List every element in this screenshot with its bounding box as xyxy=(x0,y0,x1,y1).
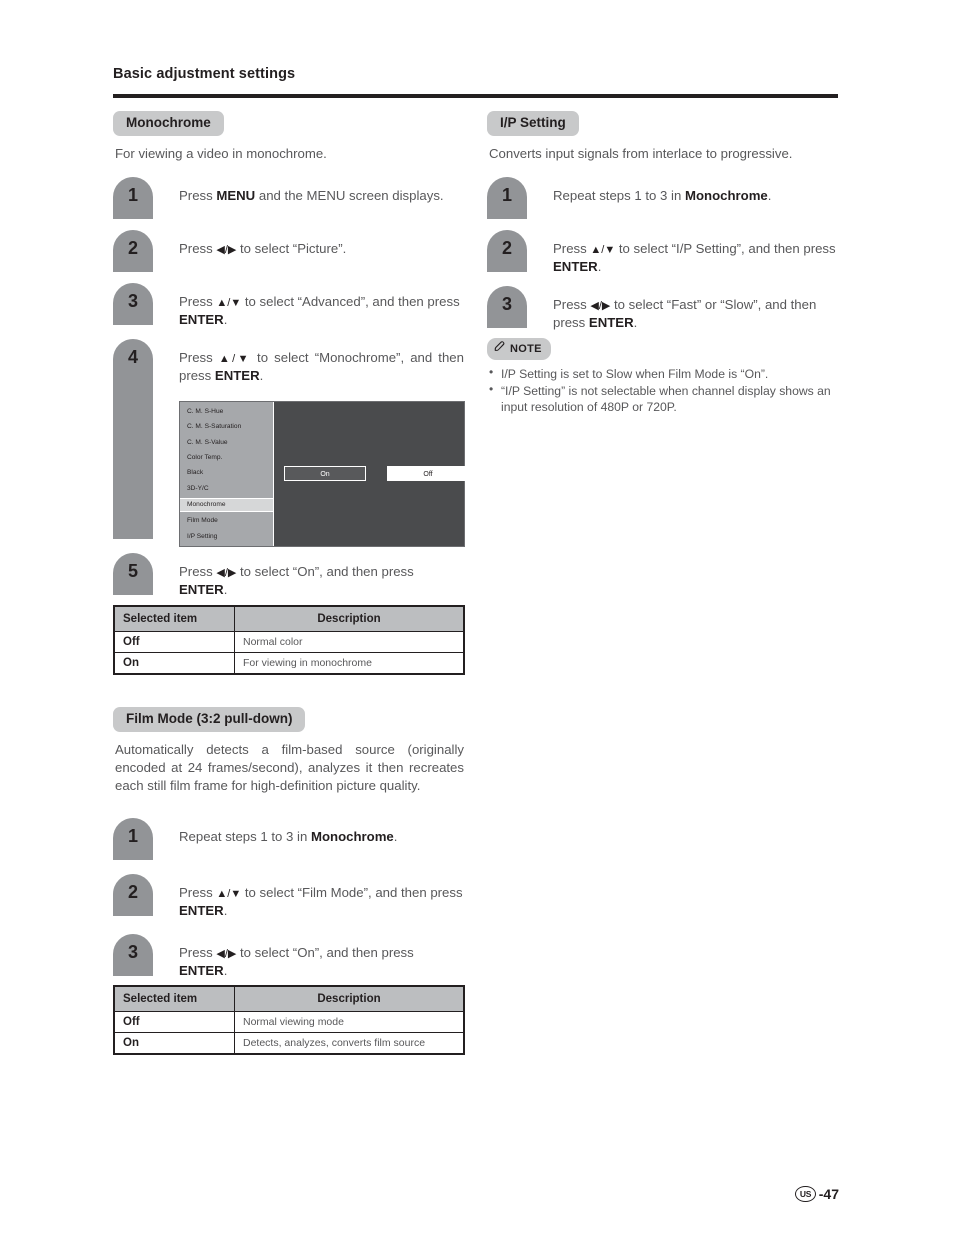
pen-nib-icon xyxy=(493,340,506,358)
osd-screenshot: C. M. S-Hue C. M. S-Saturation C. M. S-V… xyxy=(179,401,469,548)
cell-selected-item: On xyxy=(113,1032,235,1055)
page-header: Basic adjustment settings xyxy=(113,66,838,82)
osd-menu-item[interactable]: Black xyxy=(180,468,273,479)
section-monochrome: Monochrome For viewing a video in monoch… xyxy=(113,111,469,675)
step-instruction: Repeat steps 1 to 3 in Monochrome. xyxy=(179,829,398,845)
section-film-mode: Film Mode (3:2 pull-down) Automatically … xyxy=(113,706,465,1056)
osd-menu-item[interactable]: Color Temp. xyxy=(180,452,273,463)
osd-menu-item[interactable]: 3D-Y/C xyxy=(180,483,273,494)
cell-description: Detects, analyzes, converts film source xyxy=(234,1032,465,1055)
table-row: On Detects, analyzes, converts film sour… xyxy=(113,1032,465,1055)
column-header-selected-item: Selected item xyxy=(113,605,235,632)
osd-option-on[interactable]: On xyxy=(284,466,366,482)
column-header-description: Description xyxy=(234,985,465,1013)
note-bullet: I/P Setting is set to Slow when Film Mod… xyxy=(487,365,839,382)
section-description-monochrome: For viewing a video in monochrome. xyxy=(115,146,327,162)
column-header-selected-item: Selected item xyxy=(113,985,235,1013)
osd-menu-list: C. M. S-Hue C. M. S-Saturation C. M. S-V… xyxy=(180,402,274,547)
note-label: NOTE xyxy=(510,342,542,355)
section-title-film-mode: Film Mode (3:2 pull-down) xyxy=(113,706,306,732)
step-instruction: Press ◀/▶ to select “Picture”. xyxy=(179,240,347,256)
note-badge: NOTE xyxy=(487,337,551,360)
note-bullet: “I/P Setting” is not selectable when cha… xyxy=(487,382,839,415)
step-instruction: Press MENU and the MENU screen displays. xyxy=(179,187,444,203)
step-number-badge: 2 xyxy=(487,229,527,272)
step-item: 2 Press ▲/▼ to select “I/P Setting”, and… xyxy=(487,229,839,275)
cell-selected-item: On xyxy=(113,651,235,675)
section-description-ip-setting: Converts input signals from interlace to… xyxy=(489,146,793,162)
section-description-film-mode: Automatically detects a film-based sourc… xyxy=(115,742,464,793)
table-row: Off Normal color xyxy=(113,630,465,653)
monochrome-options-table: Selected item Description Off Normal col… xyxy=(113,604,465,675)
osd-menu: C. M. S-Hue C. M. S-Saturation C. M. S-V… xyxy=(179,401,469,548)
page-footer: US -47 xyxy=(795,1186,839,1202)
manual-page: Basic adjustment settings Monochrome For… xyxy=(0,0,954,1235)
step-item: 4 Press ▲/▼ to select “Monochrome”, and … xyxy=(113,339,469,548)
section-ip-setting: I/P Setting Converts input signals from … xyxy=(487,111,839,415)
cell-selected-item: Off xyxy=(113,1011,235,1034)
osd-menu-item[interactable]: I/P Setting xyxy=(180,531,273,542)
region-code-badge: US xyxy=(795,1186,816,1202)
column-header-description: Description xyxy=(234,605,465,632)
step-instruction: Press ▲/▼ to select “Film Mode”, and the… xyxy=(179,885,463,919)
page-title: Basic adjustment settings xyxy=(113,66,296,82)
step-number-badge: 2 xyxy=(113,229,153,272)
table-row: Off Normal viewing mode xyxy=(113,1011,465,1034)
step-instruction: Press ▲/▼ to select “Advanced”, and then… xyxy=(179,293,460,327)
step-instruction: Press ◀/▶ to select “Fast” or “Slow”, an… xyxy=(553,297,817,331)
step-number-badge: 1 xyxy=(487,176,527,219)
step-number-badge: 1 xyxy=(113,176,153,219)
step-item: 2 Press ◀/▶ to select “Picture”. xyxy=(113,229,465,272)
table-header-row: Selected item Description xyxy=(113,985,465,1013)
table-header-row: Selected item Description xyxy=(113,605,465,632)
osd-menu-item-selected[interactable]: Monochrome xyxy=(180,498,273,512)
right-column: I/P Setting Converts input signals from … xyxy=(487,111,839,416)
osd-menu-item[interactable]: C. M. S-Value xyxy=(180,437,273,448)
step-item: 2 Press ▲/▼ to select “Film Mode”, and t… xyxy=(113,874,465,919)
osd-menu-item[interactable]: Film Mode xyxy=(180,516,273,527)
step-item: 3 Press ▲/▼ to select “Advanced”, and th… xyxy=(113,282,465,328)
left-column: Monochrome For viewing a video in monoch… xyxy=(113,111,469,1056)
steps-ip-setting: 1 Repeat steps 1 to 3 in Monochrome. 2 P… xyxy=(487,176,839,332)
cell-description: For viewing in monochrome xyxy=(234,651,465,675)
osd-menu-item[interactable]: C. M. S-Saturation xyxy=(180,422,273,433)
step-number-badge: 3 xyxy=(113,282,153,325)
step-instruction: Repeat steps 1 to 3 in Monochrome. xyxy=(553,187,772,203)
step-instruction: Press ▲/▼ to select “I/P Setting”, and t… xyxy=(553,240,836,274)
table-row: On For viewing in monochrome xyxy=(113,651,465,675)
cell-selected-item: Off xyxy=(113,630,235,653)
step-number-badge: 3 xyxy=(113,933,153,976)
header-divider xyxy=(113,94,838,98)
step-item: 5 Press ◀/▶ to select “On”, and then pre… xyxy=(113,553,465,598)
note-bullet-list: I/P Setting is set to Slow when Film Mod… xyxy=(487,365,839,415)
section-title-monochrome: Monochrome xyxy=(113,111,224,137)
step-item: 3 Press ◀/▶ to select “On”, and then pre… xyxy=(113,933,465,979)
step-item: 1 Press MENU and the MENU screen display… xyxy=(113,176,465,219)
step-number-badge: 5 xyxy=(113,553,153,596)
step-instruction: Press ◀/▶ to select “On”, and then press… xyxy=(179,564,414,598)
step-number-badge: 4 xyxy=(113,339,153,540)
step-item: 1 Repeat steps 1 to 3 in Monochrome. xyxy=(487,176,839,219)
step-instruction: Press ▲/▼ to select “Monochrome”, and th… xyxy=(179,350,464,384)
osd-option-off[interactable]: Off xyxy=(387,466,469,482)
steps-monochrome: 1 Press MENU and the MENU screen display… xyxy=(113,176,469,599)
cell-description: Normal viewing mode xyxy=(234,1011,465,1034)
step-item: 1 Repeat steps 1 to 3 in Monochrome. xyxy=(113,818,465,861)
step-number-badge: 3 xyxy=(487,286,527,329)
osd-value-panel: On Off xyxy=(274,402,469,547)
step-number-badge: 1 xyxy=(113,818,153,861)
step-number-badge: 2 xyxy=(113,874,153,917)
osd-menu-item[interactable]: C. M. S-Hue xyxy=(180,406,273,417)
page-number: -47 xyxy=(818,1186,839,1202)
step-instruction: Press ◀/▶ to select “On”, and then press… xyxy=(179,944,414,978)
step-item: 3 Press ◀/▶ to select “Fast” or “Slow”, … xyxy=(487,286,839,331)
cell-description: Normal color xyxy=(234,630,465,653)
section-title-ip-setting: I/P Setting xyxy=(487,111,579,137)
steps-film-mode: 1 Repeat steps 1 to 3 in Monochrome. 2 P… xyxy=(113,818,465,979)
film-mode-options-table: Selected item Description Off Normal vie… xyxy=(113,985,465,1056)
